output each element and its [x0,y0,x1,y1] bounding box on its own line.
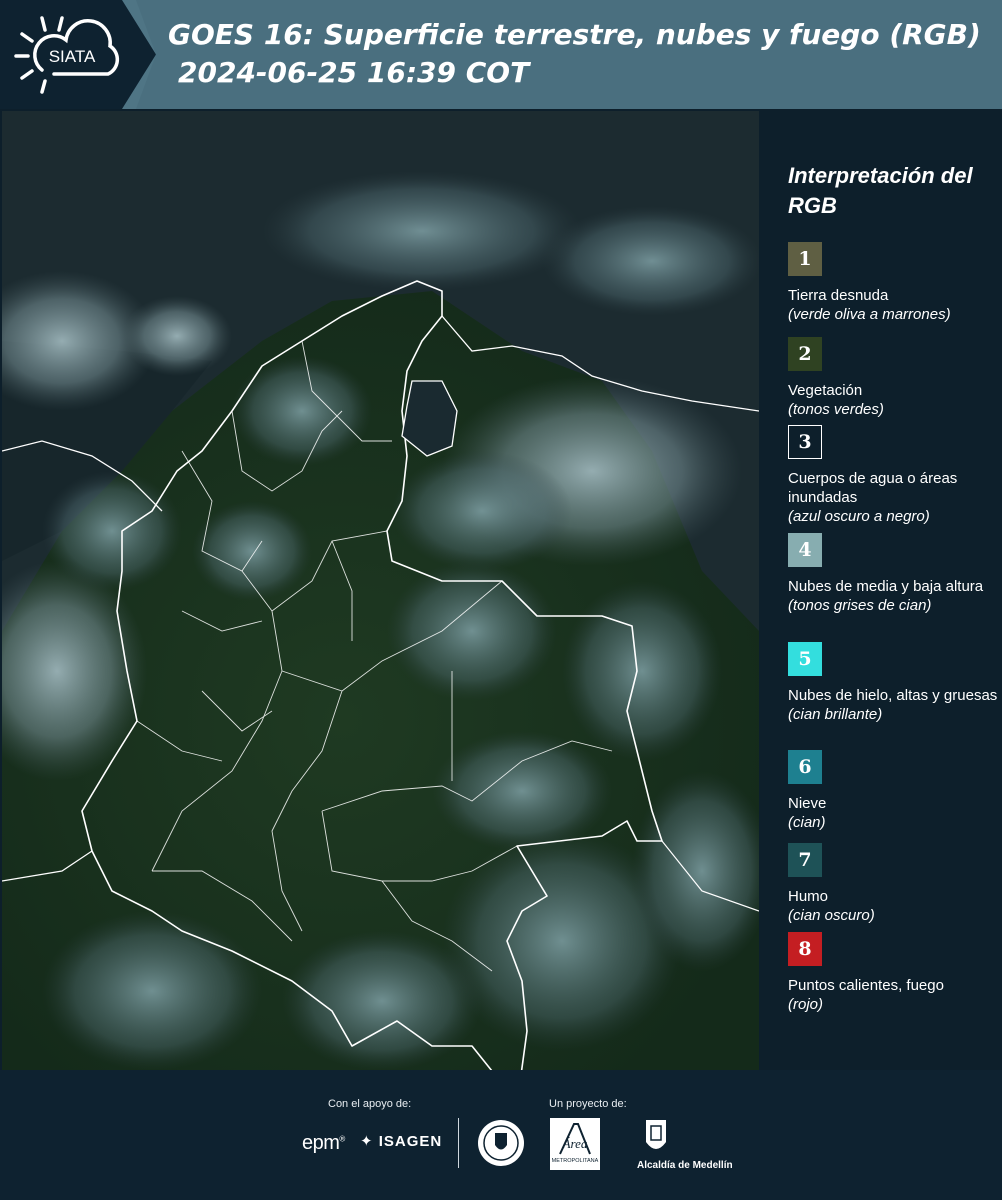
footer-divider [458,1118,459,1168]
alcaldia-medellin-text: Alcaldía de Medellín [637,1160,733,1171]
legend-label: Nubes de hielo, altas y gruesas (cian bri… [788,686,998,724]
area-logo-subtext: METROPOLITANA [552,1158,599,1164]
area-logo-text: Área [562,1136,588,1151]
legend-panel: Interpretación del RGB 1 Tierra desnuda (v… [760,109,1002,1070]
legend-item: 5 Nubes de hielo, altas y gruesas (cian br… [788,642,998,724]
legend-title: Interpretación del RGB [788,163,973,218]
sun-ray [20,32,34,43]
legend-swatch: 5 [788,642,822,676]
area-metropolitana-logo: Área METROPOLITANA [550,1118,600,1170]
university-seal-icon [478,1120,524,1166]
logo-text: SIATA [49,47,96,66]
legend-label-text: Nieve [788,795,827,812]
legend-label-text: Tierra desnuda [788,287,889,304]
legend-swatch: 3 [788,425,822,459]
legend-item: 1 Tierra desnuda (verde oliva a marrones) [788,242,998,324]
footer: Con el apoyo de: Un proyecto de: epm® ✦ … [0,1070,1002,1200]
siata-logo: SIATA [14,16,120,94]
legend-hint-text: (rojo) [788,996,824,1013]
epm-logo: epm® [302,1132,345,1154]
legend-swatch: 7 [788,843,822,877]
isagen-logo-text: ISAGEN [378,1133,443,1150]
legend-label: Humo (cian oscuro) [788,887,998,925]
legend-hint-text: (tonos verdes) [788,401,884,418]
legend-label: Puntos calientes, fuego (rojo) [788,976,998,1014]
legend-label-text: Puntos calientes, fuego [788,977,944,994]
legend-label: Nubes de media y baja altura (tonos grise… [788,577,998,615]
isagen-logo: ✦ ISAGEN [360,1133,443,1150]
satellite-map [2,111,759,1070]
legend-hint-text: (verde oliva a marrones) [788,306,951,323]
legend-label-text: Nubes de hielo, altas y gruesas [788,687,998,704]
legend-item: 3 Cuerpos de agua o áreas inundadas (azul … [788,425,998,526]
legend-label: Tierra desnuda (verde oliva a marrones) [788,286,998,324]
project-label: Un proyecto de: [549,1098,627,1110]
title-line-1: GOES 16: Superficie terrestre, nubes y f… [168,18,981,51]
legend-item: 8 Puntos calientes, fuego (rojo) [788,932,998,1014]
legend-item: 7 Humo (cian oscuro) [788,843,998,925]
legend-swatch: 4 [788,533,822,567]
legend-hint-text: (azul oscuro a negro) [788,508,930,525]
legend-swatch: 1 [788,242,822,276]
header: SIATA GOES 16: Superficie terrestre, nub… [0,0,1002,109]
legend-hint-text: (tonos grises de cian) [788,597,932,614]
legend-label: Cuerpos de agua o áreas inundadas (azul o… [788,469,998,526]
legend-label: Vegetación (tonos verdes) [788,381,998,419]
sun-ray [20,69,34,80]
legend-hint-text: (cian brillante) [788,706,883,723]
page-title: GOES 16: Superficie terrestre, nubes y f… [168,16,998,92]
legend-label-text: Vegetación [788,382,863,399]
legend-hint-text: (cian) [788,814,826,831]
legend-label-text: Cuerpos de agua o áreas inundadas [788,470,958,506]
sun-ray [40,79,47,94]
legend-swatch: 8 [788,932,822,966]
legend-label: Nieve (cian) [788,794,998,832]
medellin-shield-icon [646,1120,666,1149]
legend-hint-text: (cian oscuro) [788,907,875,924]
legend-label-text: Nubes de media y baja altura [788,578,984,595]
legend-item: 2 Vegetación (tonos verdes) [788,337,998,419]
legend-label-text: Humo [788,888,829,905]
sun-ray [57,16,64,32]
epm-logo-text: epm [302,1132,340,1154]
sun-ray [40,16,47,32]
legend-swatch: 6 [788,750,822,784]
support-label: Con el apoyo de: [328,1098,412,1110]
legend-item: 4 Nubes de media y baja altura (tonos gris… [788,533,998,615]
legend-item: 6 Nieve (cian) [788,750,998,832]
title-line-2: 2024-06-25 16:39 COT [178,56,530,89]
legend-swatch: 2 [788,337,822,371]
